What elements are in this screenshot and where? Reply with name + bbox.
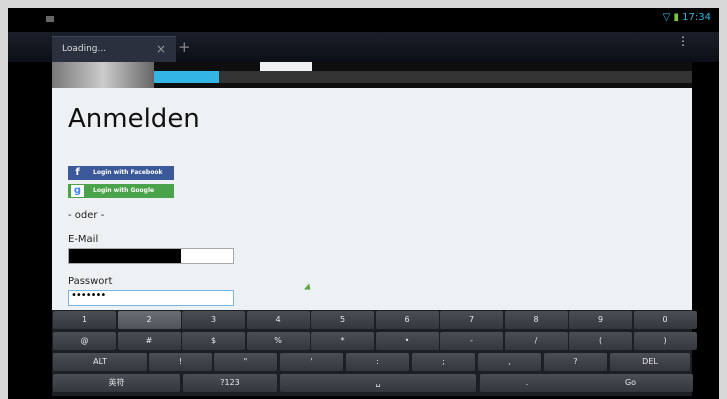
key-row2-3[interactable]: % <box>246 332 310 350</box>
facebook-icon: f <box>75 167 80 178</box>
page-title: Anmelden <box>68 104 200 134</box>
new-tab-icon[interactable]: + <box>178 38 191 56</box>
key-row3-5[interactable]: ; <box>412 353 475 371</box>
key-row4-0[interactable]: 英符 <box>53 374 180 392</box>
key-row2-6[interactable]: - <box>440 332 503 350</box>
password-value: ••••••• <box>71 290 106 301</box>
overflow-menu-icon[interactable]: ⋮ <box>677 35 689 47</box>
key-row4-2[interactable]: ␣ <box>280 374 476 392</box>
key-row3-6[interactable]: , <box>478 353 541 371</box>
key-row3-8[interactable]: DEL <box>610 353 690 371</box>
key-row1-4[interactable]: 5 <box>311 311 374 329</box>
status-icons: ▽ ▮ 17:34 <box>663 12 711 23</box>
wifi-icon: ▽ <box>662 12 671 23</box>
key-row3-3[interactable]: ' <box>280 353 343 371</box>
key-row1-1[interactable]: 2 <box>117 311 181 329</box>
or-separator: - oder - <box>68 210 105 221</box>
login-facebook-button[interactable]: f Login with Facebook <box>68 166 174 180</box>
tab-title: Loading... <box>62 44 107 54</box>
key-row1-9[interactable]: 0 <box>633 311 697 329</box>
password-field[interactable]: ••••••• <box>68 290 234 306</box>
key-row1-6[interactable]: 7 <box>440 311 503 329</box>
key-row1-8[interactable]: 9 <box>569 311 632 329</box>
key-row2-9[interactable]: ) <box>633 332 697 350</box>
key-row1-2[interactable]: 3 <box>182 311 245 329</box>
status-bar: ▽ ▮ 17:34 <box>8 8 719 32</box>
login-facebook-label: Login with Facebook <box>93 169 163 176</box>
key-row1-7[interactable]: 8 <box>504 311 568 329</box>
key-row2-0[interactable]: @ <box>53 332 116 350</box>
key-row3-2[interactable]: " <box>214 353 277 371</box>
email-redacted-value <box>69 249 181 263</box>
clock: 17:34 <box>682 12 711 23</box>
login-google-button[interactable]: g Login with Google <box>68 184 174 198</box>
key-row1-0[interactable]: 1 <box>53 311 116 329</box>
on-screen-keyboard: 1234567890 @ # $% * • - /() ALT! " ':;,? DEL 英符 ?1… <box>52 310 697 396</box>
key-row4-3[interactable]: . <box>480 374 574 392</box>
key-row2-8[interactable]: ( <box>569 332 632 350</box>
password-label: Passwort <box>68 276 113 287</box>
google-icon: g <box>71 185 84 197</box>
web-content: Anmelden f Login with Facebook g Login w… <box>52 62 692 310</box>
device-screen: ▽ ▮ 17:34 Loading... × + ⋮ Anmelden f Lo… <box>8 8 719 399</box>
site-logo-image <box>52 62 154 88</box>
email-label: E-Mail <box>68 234 99 245</box>
close-tab-icon[interactable]: × <box>156 42 166 56</box>
keyboard-row-symbols: @ # $% * • - /() <box>52 331 697 351</box>
key-row1-3[interactable]: 4 <box>246 311 310 329</box>
keyboard-row-punctuation: ALT! " ':;,? DEL <box>52 352 692 372</box>
browser-tab-bar: Loading... × + ⋮ <box>8 32 719 63</box>
loading-progress-bar <box>154 71 692 83</box>
loading-progress-fill <box>154 71 219 83</box>
battery-icon: ▮ <box>673 12 679 23</box>
header-gap <box>260 62 312 71</box>
key-row3-1[interactable]: ! <box>149 353 212 371</box>
key-row3-7[interactable]: ? <box>544 353 607 371</box>
key-row1-5[interactable]: 6 <box>375 311 439 329</box>
keyboard-row-bottom: 英符 ?123 ␣. Go <box>52 373 693 393</box>
email-field[interactable] <box>68 248 234 264</box>
notification-icon <box>46 16 54 22</box>
browser-tab[interactable]: Loading... × <box>52 36 176 63</box>
key-row2-4[interactable]: * <box>311 332 374 350</box>
key-row4-1[interactable]: ?123 <box>183 374 277 392</box>
keyboard-row-numbers: 1234567890 <box>52 310 697 330</box>
page-header-banner <box>52 62 692 88</box>
key-row2-5[interactable]: • <box>375 332 439 350</box>
key-row3-4[interactable]: : <box>346 353 409 371</box>
key-row2-7[interactable]: / <box>504 332 568 350</box>
key-row2-2[interactable]: $ <box>182 332 245 350</box>
mouse-pointer-icon <box>304 283 313 293</box>
key-row3-0[interactable]: ALT <box>53 353 147 371</box>
key-row4-4[interactable]: Go <box>568 374 693 392</box>
login-google-label: Login with Google <box>93 187 155 194</box>
key-row2-1[interactable]: # <box>117 332 181 350</box>
